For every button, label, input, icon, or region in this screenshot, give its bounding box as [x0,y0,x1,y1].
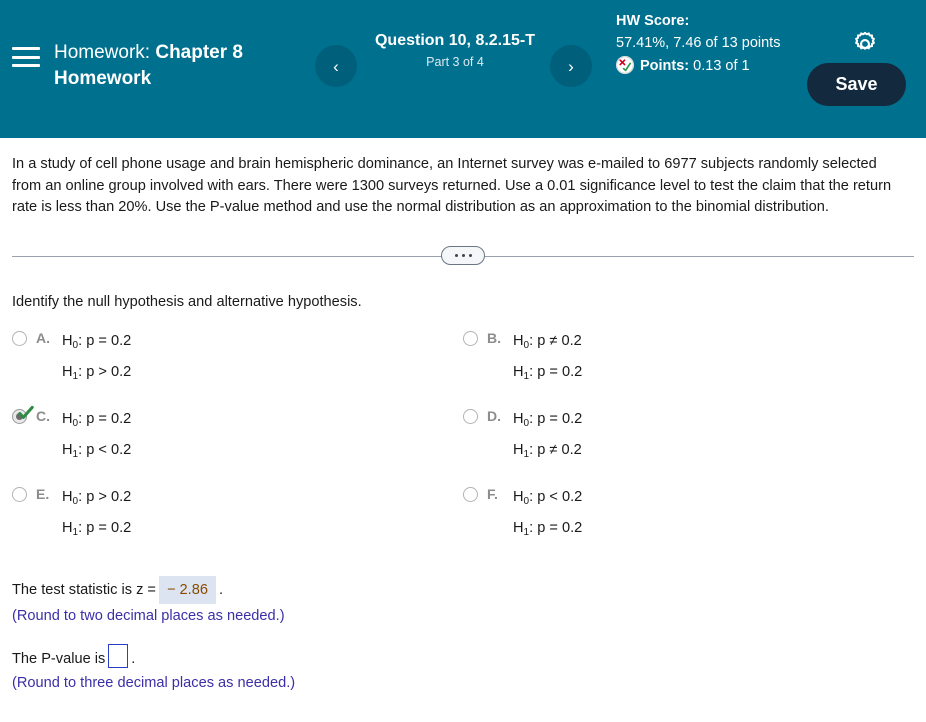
question-title: Question 10, 8.2.15-T [374,32,536,49]
radio-button-e[interactable] [12,486,27,502]
choice-option-e[interactable]: E. H0: p > 0.2 H1: p = 0.2 [12,484,463,546]
answer-section: The test statistic is z = − 2.86. (Round … [12,575,914,695]
section-divider [12,245,914,266]
choice-option-a[interactable]: A. H0: p = 0.2 H1: p > 0.2 [12,328,463,390]
points-line: Points: 0.13 of 1 [616,55,792,77]
choice-letter-f: F. [487,485,498,502]
radio-wrap-a[interactable] [12,330,29,348]
points-label: Points: [640,58,690,74]
choice-body-d: H0: p = 0.2 H1: p ≠ 0.2 [513,406,582,468]
save-button[interactable]: Save [807,63,906,106]
radio-button-f[interactable] [463,486,478,502]
null-hypothesis-b: H0: p ≠ 0.2 [513,332,582,351]
radio-wrap-d[interactable] [463,408,480,426]
choice-letter-c: C. [36,407,50,424]
score-status-icon [616,56,634,74]
alt-hypothesis-a: H1: p > 0.2 [62,363,132,382]
score-panel: HW Score: 57.41%, 7.46 of 13 points Poin… [616,10,792,77]
test-statistic-hint: (Round to two decimal places as needed.) [12,607,285,624]
radio-wrap-b[interactable] [463,330,480,348]
choice-body-e: H0: p > 0.2 H1: p = 0.2 [62,484,131,546]
alt-hypothesis-d: H1: p ≠ 0.2 [513,441,582,460]
correct-check-icon [18,405,34,421]
pvalue-input[interactable] [108,643,129,668]
pvalue-hint: (Round to three decimal places as needed… [12,674,296,691]
choice-option-f[interactable]: F. H0: p < 0.2 H1: p = 0.2 [463,484,914,546]
hw-score-line: HW Score: [616,10,792,32]
alt-hypothesis-f: H1: p = 0.2 [513,519,583,538]
choice-body-c: H0: p = 0.2 H1: p < 0.2 [62,406,131,468]
question-prompt: Identify the null hypothesis and alterna… [12,293,362,310]
hamburger-line [12,64,40,67]
radio-wrap-c[interactable] [12,405,34,426]
choice-option-b[interactable]: B. H0: p ≠ 0.2 H1: p = 0.2 [463,328,914,390]
alt-hypothesis-c: H1: p < 0.2 [62,441,132,460]
null-hypothesis-a: H0: p = 0.2 [62,332,132,351]
hamburger-menu-icon[interactable] [12,45,40,69]
app-header: Homework: Chapter 8 Homework ‹ Question … [0,0,926,138]
pvalue-line: The P-value is. [12,643,914,671]
more-options-button[interactable] [441,245,485,265]
null-hypothesis-e: H0: p > 0.2 [62,488,132,507]
test-statistic-input[interactable]: − 2.86 [158,575,216,604]
null-hypothesis-c: H0: p = 0.2 [62,410,132,429]
dot-icon [468,253,472,257]
radio-button-d[interactable] [463,408,478,424]
problem-statement: In a study of cell phone usage and brain… [12,156,892,215]
radio-wrap-e[interactable] [12,486,29,504]
next-question-button[interactable]: › [550,45,592,87]
test-statistic-label: The test statistic is z = [12,581,156,598]
choice-letter-e: E. [36,485,50,502]
answer-choices: A. H0: p = 0.2 H1: p > 0.2 B. H0: p ≠ 0.… [12,328,914,562]
previous-question-button[interactable]: ‹ [315,45,357,87]
test-statistic-period: . [218,581,224,598]
choice-letter-a: A. [36,329,50,346]
pvalue-period: . [131,650,136,667]
points-value: 0.13 of 1 [693,58,750,74]
alt-hypothesis-e: H1: p = 0.2 [62,519,132,538]
radio-button-a[interactable] [12,330,27,346]
choice-row: A. H0: p = 0.2 H1: p > 0.2 B. H0: p ≠ 0.… [12,328,914,406]
gear-icon[interactable] [851,30,879,58]
choice-body-f: H0: p < 0.2 H1: p = 0.2 [513,484,582,546]
choice-body-b: H0: p ≠ 0.2 H1: p = 0.2 [513,328,582,390]
choice-option-c[interactable]: C. H0: p = 0.2 H1: p < 0.2 [12,405,463,468]
pvalue-label: The P-value is [12,650,106,667]
homework-title: Homework: Chapter 8 Homework [54,40,299,92]
hamburger-line [12,55,40,59]
choice-option-d[interactable]: D. H0: p = 0.2 H1: p ≠ 0.2 [463,406,914,468]
hw-score-value: 57.41%, 7.46 of 13 points [616,35,781,51]
choice-row: E. H0: p > 0.2 H1: p = 0.2 F. H0: p < 0.… [12,484,914,562]
radio-wrap-f[interactable] [463,486,480,504]
dot-icon [461,253,465,257]
choice-letter-b: B. [487,329,501,346]
radio-button-b[interactable] [463,330,478,346]
homework-label: Homework: [54,42,151,63]
choice-body-a: H0: p = 0.2 H1: p > 0.2 [62,328,131,390]
choice-row: C. H0: p = 0.2 H1: p < 0.2 D. H0: p = 0.… [12,405,914,484]
alt-hypothesis-b: H1: p = 0.2 [513,363,583,382]
dot-icon [454,253,458,257]
hamburger-line [12,47,40,50]
test-statistic-line: The test statistic is z = − 2.86. [12,575,914,604]
main-content: In a study of cell phone usage and brain… [0,154,926,695]
null-hypothesis-f: H0: p < 0.2 [513,488,583,507]
question-info: Question 10, 8.2.15-T Part 3 of 4 [365,30,545,69]
question-part: Part 3 of 4 [426,55,484,69]
hw-score-label: HW Score: [616,13,690,29]
null-hypothesis-d: H0: p = 0.2 [513,410,583,429]
choice-letter-d: D. [487,407,501,424]
